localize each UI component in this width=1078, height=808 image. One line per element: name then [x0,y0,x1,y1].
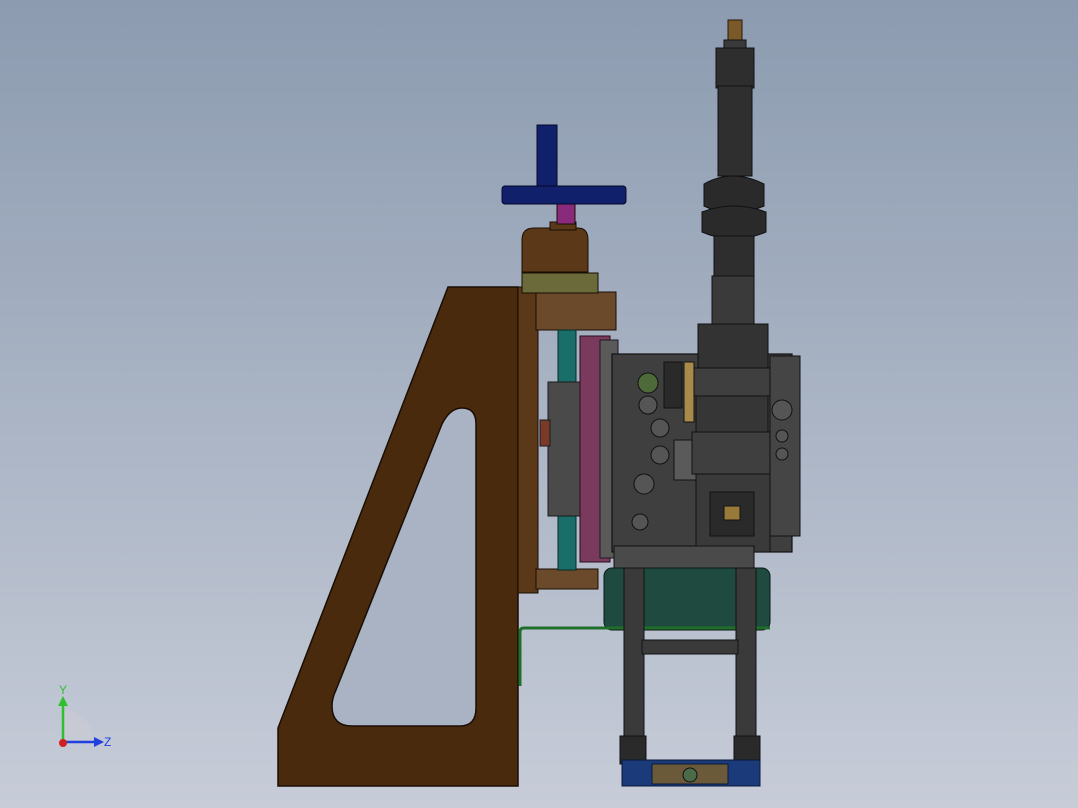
z-axis-label: Z [104,735,111,749]
y-axis-label: Y [59,683,67,697]
side-panel [769,355,801,537]
frame-bracket [277,286,539,787]
axis-triad: Y Z [58,683,111,749]
x-axis-dot [59,739,67,747]
handwheel[interactable] [501,124,627,225]
torch [691,19,773,475]
green-pipe [518,626,770,686]
slide-block [539,335,619,563]
cad-model [277,19,801,787]
top-bracket [521,221,617,331]
cad-viewport[interactable]: Y Z [0,0,1078,808]
lower-bracket [535,568,599,590]
